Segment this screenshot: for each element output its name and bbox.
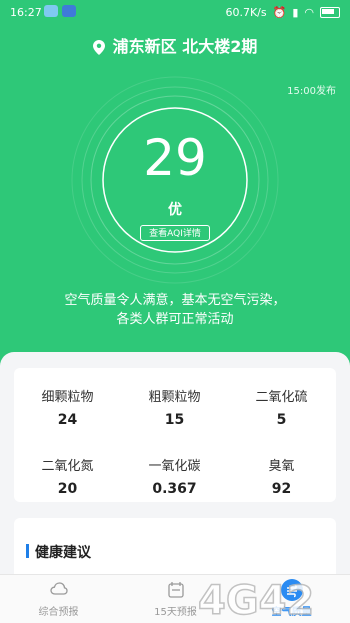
pollutant-name: 一氧化碳 — [148, 459, 201, 474]
cloud-icon — [49, 582, 68, 595]
calendar-icon — [167, 582, 184, 598]
health-advice-title: 健康建议 — [35, 545, 91, 561]
aqi-value: 29 — [143, 129, 207, 187]
site-watermark-logo: 4G42 — [197, 577, 315, 620]
pollutant-value: 5 — [276, 412, 287, 428]
pollutant-value: 24 — [57, 412, 78, 428]
pollutant-so2[interactable]: 二氧化硫 5 — [228, 386, 335, 428]
svg-text:4G42: 4G42 — [198, 578, 314, 620]
aqi-summary-line-1: 空气质量令人满意，基本无空气污染， — [64, 293, 286, 308]
aqi-summary-line-2: 各类人群可正常活动 — [116, 312, 234, 327]
pollutant-card: 细颗粒物 24 粗颗粒物 15 二氧化硫 5 二氧化氮 20 一氧化碳 0.36… — [14, 368, 336, 502]
pollutant-o3[interactable]: 臭氧 92 — [228, 455, 335, 497]
pollutant-value: 15 — [164, 412, 185, 428]
aqi-detail-button[interactable]: 查看AQI详情 — [140, 225, 210, 241]
pollutant-value: 0.367 — [152, 481, 197, 497]
nav-tab-overview[interactable]: 综合预报 — [0, 575, 117, 623]
pollutant-value: 92 — [271, 481, 292, 497]
pollutant-name: 粗颗粒物 — [148, 390, 201, 405]
pollutant-name: 臭氧 — [268, 459, 295, 474]
section-accent-bar — [26, 544, 29, 558]
pollutant-name: 二氧化氮 — [41, 459, 94, 474]
pollutant-name: 细颗粒物 — [41, 390, 94, 405]
aqi-level: 优 — [168, 202, 182, 218]
aqi-summary: 空气质量令人满意，基本无空气污染， 各类人群可正常活动 — [30, 291, 320, 329]
pollutant-pm10[interactable]: 粗颗粒物 15 — [121, 386, 228, 428]
pollutant-co[interactable]: 一氧化碳 0.367 — [121, 455, 228, 497]
pollutant-name: 二氧化硫 — [255, 390, 308, 405]
pollutant-value: 20 — [57, 481, 78, 497]
pollutant-pm25[interactable]: 细颗粒物 24 — [14, 386, 121, 428]
pollutant-no2[interactable]: 二氧化氮 20 — [14, 455, 121, 497]
nav-label: 综合预报 — [38, 607, 79, 618]
